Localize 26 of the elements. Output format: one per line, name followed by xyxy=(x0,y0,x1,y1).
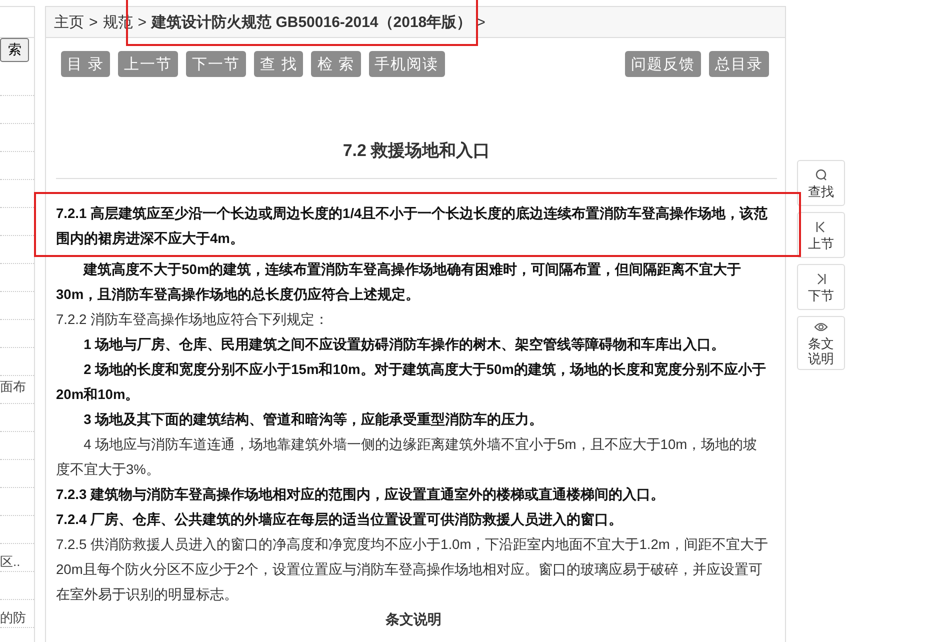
eye-icon xyxy=(814,320,828,334)
explanation-heading: 条文说明 xyxy=(384,611,442,629)
sidebar-item[interactable]: 的防 xyxy=(0,609,26,627)
side-nav-button[interactable]: 下节 xyxy=(797,264,845,310)
side-nav-button[interactable]: 查找 xyxy=(797,160,845,206)
clause-paragraph: 4 场地应与消防车道连通，场地靠建筑外墙一侧的边缘距离建筑外墙不宜小于5m，且不应大于10m，场地的坡度不宜大于3%。 xyxy=(56,436,758,479)
clause-paragraph: 3 场地及其下面的建筑结构、管道和暗沟等，应能承受重型消防车的压力。 xyxy=(82,410,544,429)
sidebar-item[interactable]: 区.. xyxy=(0,553,20,571)
sidebar-item[interactable]: 面布 xyxy=(0,378,26,396)
clause-paragraph: 7.2.3 建筑物与消防车登高操作场地相对应的范围内，应设置直通室外的楼梯或直通楼梯间的入口。 xyxy=(56,486,666,504)
search-icon xyxy=(814,168,828,182)
side-nav-button[interactable]: 条文说明 xyxy=(797,316,845,370)
clause-paragraph: 1 场地与厂房、仓库、民用建筑之间不应设置妨碍消防车操作的树木、架空管线等障碍物和车库出入口。 xyxy=(82,336,726,354)
search-button[interactable]: 索 xyxy=(0,38,29,62)
breadcrumb-separator: > xyxy=(138,14,147,30)
section-title: 7.2 救援场地和入口 xyxy=(56,139,777,179)
breadcrumb-link[interactable]: 建筑设计防火规范 GB50016-2014（2018年版） xyxy=(152,14,472,30)
breadcrumb-separator: > xyxy=(89,14,98,30)
clause-paragraph: 7.2.4 厂房、仓库、公共建筑的外墙应在每层的适当位置设置可供消防救援人员进入的窗口。 xyxy=(56,510,624,529)
clause-paragraph: 7.2.5 供消防救援人员进入的窗口的净高度和净宽度均不应小于1.0m，下沿距室内地面不宜大于1.2m，间距不宜大于20m且每个防火分区不应少于2个，设置位置应与消防车登高操作场地相对应。窗口的玻璃应易于破碎，并应设置可在室外易于识别的明显标志。 xyxy=(56,536,769,604)
clause-paragraph: 7.2.2 消防车登高操作场地应符合下列规定： xyxy=(56,311,330,329)
breadcrumb-link[interactable]: 主页 xyxy=(54,14,84,30)
side-nav-button[interactable]: 上节 xyxy=(797,212,845,258)
clause-paragraph: 2 场地的长度和宽度分别不应小于15m和10m。对于建筑高度大于50m的建筑，场地的长度和宽度分别不应小于20m和10m。 xyxy=(56,360,767,404)
clause-paragraph: 7.2.1 高层建筑应至少沿一个长边或周边长度的1/4且不小于一个长边长度的底边连续布置消防车登高操作场地，该范围内的裙房进深不应大于4m。 xyxy=(56,204,769,248)
clause-paragraph: 建筑高度不大于50m的建筑，连续布置消防车登高操作场地确有困难时，可间隔布置，但间隔距离不宜大于30m，且消防车登高操作场地的总长度仍应符合上述规定。 xyxy=(56,260,742,304)
